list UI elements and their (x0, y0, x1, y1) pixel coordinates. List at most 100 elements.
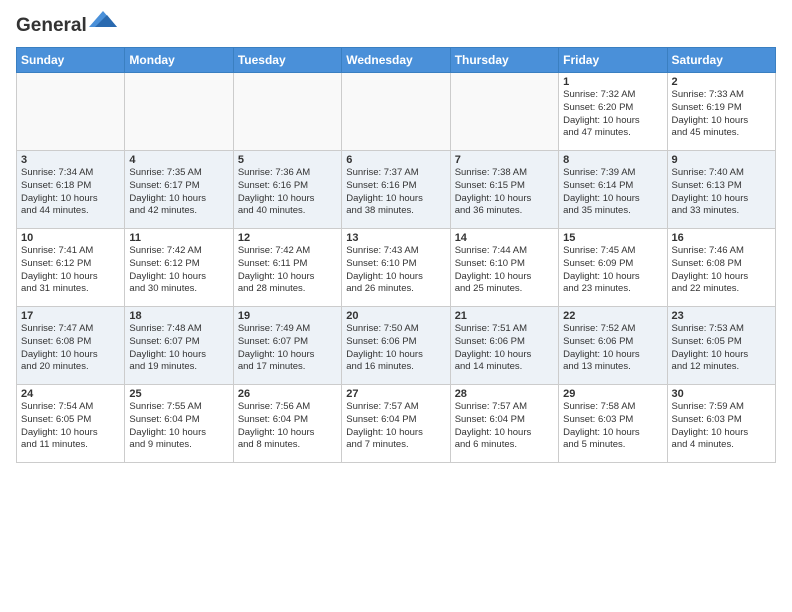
weekday-header-saturday: Saturday (667, 47, 775, 72)
day-info: Sunrise: 7:45 AM Sunset: 6:09 PM Dayligh… (563, 245, 662, 296)
day-info: Sunrise: 7:50 AM Sunset: 6:06 PM Dayligh… (346, 323, 445, 374)
day-number: 5 (238, 154, 337, 166)
day-info: Sunrise: 7:51 AM Sunset: 6:06 PM Dayligh… (455, 323, 554, 374)
day-number: 14 (455, 232, 554, 244)
calendar-cell: 23Sunrise: 7:53 AM Sunset: 6:05 PM Dayli… (667, 306, 775, 384)
calendar-cell: 28Sunrise: 7:57 AM Sunset: 6:04 PM Dayli… (450, 384, 558, 462)
day-number: 26 (238, 388, 337, 400)
day-info: Sunrise: 7:35 AM Sunset: 6:17 PM Dayligh… (129, 167, 228, 218)
calendar-cell: 16Sunrise: 7:46 AM Sunset: 6:08 PM Dayli… (667, 228, 775, 306)
calendar-cell: 5Sunrise: 7:36 AM Sunset: 6:16 PM Daylig… (233, 150, 341, 228)
day-info: Sunrise: 7:43 AM Sunset: 6:10 PM Dayligh… (346, 245, 445, 296)
day-info: Sunrise: 7:52 AM Sunset: 6:06 PM Dayligh… (563, 323, 662, 374)
calendar-cell: 25Sunrise: 7:55 AM Sunset: 6:04 PM Dayli… (125, 384, 233, 462)
day-info: Sunrise: 7:55 AM Sunset: 6:04 PM Dayligh… (129, 401, 228, 452)
day-number: 11 (129, 232, 228, 244)
calendar-header-row: SundayMondayTuesdayWednesdayThursdayFrid… (17, 47, 776, 72)
day-info: Sunrise: 7:42 AM Sunset: 6:12 PM Dayligh… (129, 245, 228, 296)
calendar-cell (450, 72, 558, 150)
calendar-cell: 12Sunrise: 7:42 AM Sunset: 6:11 PM Dayli… (233, 228, 341, 306)
day-number: 20 (346, 310, 445, 322)
day-info: Sunrise: 7:57 AM Sunset: 6:04 PM Dayligh… (346, 401, 445, 452)
day-number: 13 (346, 232, 445, 244)
header: General (16, 16, 776, 35)
calendar-week-3: 10Sunrise: 7:41 AM Sunset: 6:12 PM Dayli… (17, 228, 776, 306)
calendar-cell (125, 72, 233, 150)
day-info: Sunrise: 7:49 AM Sunset: 6:07 PM Dayligh… (238, 323, 337, 374)
calendar-cell (233, 72, 341, 150)
calendar-cell: 20Sunrise: 7:50 AM Sunset: 6:06 PM Dayli… (342, 306, 450, 384)
weekday-header-wednesday: Wednesday (342, 47, 450, 72)
calendar-cell: 22Sunrise: 7:52 AM Sunset: 6:06 PM Dayli… (559, 306, 667, 384)
calendar-cell: 13Sunrise: 7:43 AM Sunset: 6:10 PM Dayli… (342, 228, 450, 306)
day-info: Sunrise: 7:47 AM Sunset: 6:08 PM Dayligh… (21, 323, 120, 374)
page: General SundayMondayTuesdayWednesdayThur… (0, 0, 792, 471)
day-number: 18 (129, 310, 228, 322)
calendar-cell: 17Sunrise: 7:47 AM Sunset: 6:08 PM Dayli… (17, 306, 125, 384)
calendar-cell: 27Sunrise: 7:57 AM Sunset: 6:04 PM Dayli… (342, 384, 450, 462)
day-info: Sunrise: 7:58 AM Sunset: 6:03 PM Dayligh… (563, 401, 662, 452)
day-number: 21 (455, 310, 554, 322)
day-number: 19 (238, 310, 337, 322)
day-info: Sunrise: 7:34 AM Sunset: 6:18 PM Dayligh… (21, 167, 120, 218)
calendar-cell: 7Sunrise: 7:38 AM Sunset: 6:15 PM Daylig… (450, 150, 558, 228)
day-number: 17 (21, 310, 120, 322)
calendar-cell: 29Sunrise: 7:58 AM Sunset: 6:03 PM Dayli… (559, 384, 667, 462)
day-number: 27 (346, 388, 445, 400)
day-info: Sunrise: 7:41 AM Sunset: 6:12 PM Dayligh… (21, 245, 120, 296)
day-info: Sunrise: 7:54 AM Sunset: 6:05 PM Dayligh… (21, 401, 120, 452)
day-number: 7 (455, 154, 554, 166)
calendar-cell: 10Sunrise: 7:41 AM Sunset: 6:12 PM Dayli… (17, 228, 125, 306)
calendar-cell: 3Sunrise: 7:34 AM Sunset: 6:18 PM Daylig… (17, 150, 125, 228)
day-number: 15 (563, 232, 662, 244)
day-number: 12 (238, 232, 337, 244)
calendar-cell: 1Sunrise: 7:32 AM Sunset: 6:20 PM Daylig… (559, 72, 667, 150)
day-number: 16 (672, 232, 771, 244)
day-info: Sunrise: 7:33 AM Sunset: 6:19 PM Dayligh… (672, 89, 771, 140)
day-info: Sunrise: 7:46 AM Sunset: 6:08 PM Dayligh… (672, 245, 771, 296)
day-info: Sunrise: 7:37 AM Sunset: 6:16 PM Dayligh… (346, 167, 445, 218)
calendar-cell: 30Sunrise: 7:59 AM Sunset: 6:03 PM Dayli… (667, 384, 775, 462)
day-number: 8 (563, 154, 662, 166)
logo: General (16, 16, 117, 35)
logo-general: General (16, 15, 87, 36)
calendar-week-2: 3Sunrise: 7:34 AM Sunset: 6:18 PM Daylig… (17, 150, 776, 228)
day-number: 29 (563, 388, 662, 400)
day-info: Sunrise: 7:38 AM Sunset: 6:15 PM Dayligh… (455, 167, 554, 218)
calendar-week-4: 17Sunrise: 7:47 AM Sunset: 6:08 PM Dayli… (17, 306, 776, 384)
day-number: 2 (672, 76, 771, 88)
day-number: 10 (21, 232, 120, 244)
day-info: Sunrise: 7:40 AM Sunset: 6:13 PM Dayligh… (672, 167, 771, 218)
day-info: Sunrise: 7:56 AM Sunset: 6:04 PM Dayligh… (238, 401, 337, 452)
day-info: Sunrise: 7:36 AM Sunset: 6:16 PM Dayligh… (238, 167, 337, 218)
calendar-cell: 6Sunrise: 7:37 AM Sunset: 6:16 PM Daylig… (342, 150, 450, 228)
day-number: 3 (21, 154, 120, 166)
day-number: 1 (563, 76, 662, 88)
day-number: 4 (129, 154, 228, 166)
day-info: Sunrise: 7:59 AM Sunset: 6:03 PM Dayligh… (672, 401, 771, 452)
calendar-cell: 9Sunrise: 7:40 AM Sunset: 6:13 PM Daylig… (667, 150, 775, 228)
day-number: 30 (672, 388, 771, 400)
day-info: Sunrise: 7:39 AM Sunset: 6:14 PM Dayligh… (563, 167, 662, 218)
day-number: 6 (346, 154, 445, 166)
day-number: 24 (21, 388, 120, 400)
calendar-cell: 11Sunrise: 7:42 AM Sunset: 6:12 PM Dayli… (125, 228, 233, 306)
day-number: 23 (672, 310, 771, 322)
logo-icon (89, 9, 117, 34)
day-info: Sunrise: 7:57 AM Sunset: 6:04 PM Dayligh… (455, 401, 554, 452)
weekday-header-friday: Friday (559, 47, 667, 72)
calendar-cell: 8Sunrise: 7:39 AM Sunset: 6:14 PM Daylig… (559, 150, 667, 228)
calendar-cell: 26Sunrise: 7:56 AM Sunset: 6:04 PM Dayli… (233, 384, 341, 462)
day-number: 25 (129, 388, 228, 400)
calendar-cell: 19Sunrise: 7:49 AM Sunset: 6:07 PM Dayli… (233, 306, 341, 384)
day-info: Sunrise: 7:44 AM Sunset: 6:10 PM Dayligh… (455, 245, 554, 296)
calendar-cell: 2Sunrise: 7:33 AM Sunset: 6:19 PM Daylig… (667, 72, 775, 150)
calendar-cell: 4Sunrise: 7:35 AM Sunset: 6:17 PM Daylig… (125, 150, 233, 228)
calendar-cell: 18Sunrise: 7:48 AM Sunset: 6:07 PM Dayli… (125, 306, 233, 384)
calendar-table: SundayMondayTuesdayWednesdayThursdayFrid… (16, 47, 776, 463)
day-info: Sunrise: 7:53 AM Sunset: 6:05 PM Dayligh… (672, 323, 771, 374)
day-number: 9 (672, 154, 771, 166)
day-number: 28 (455, 388, 554, 400)
calendar-week-1: 1Sunrise: 7:32 AM Sunset: 6:20 PM Daylig… (17, 72, 776, 150)
calendar-cell: 21Sunrise: 7:51 AM Sunset: 6:06 PM Dayli… (450, 306, 558, 384)
